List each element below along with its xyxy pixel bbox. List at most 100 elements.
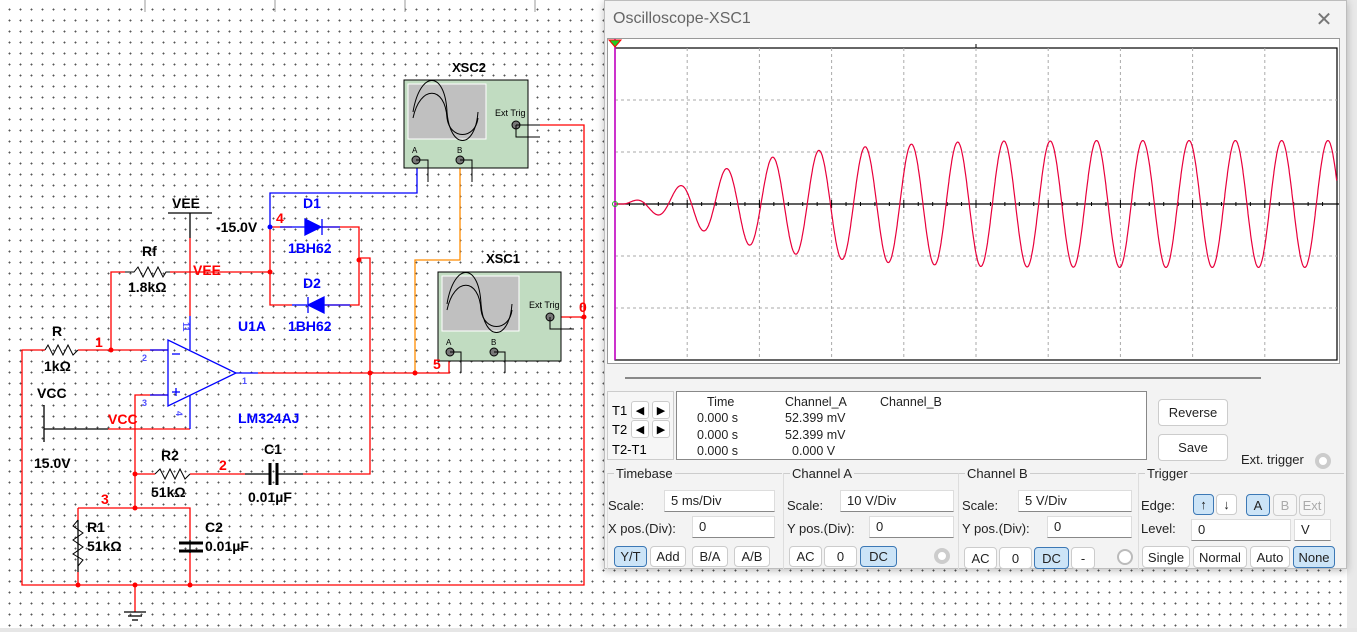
trigger-single-button[interactable]: Single [1142,546,1190,568]
ypos-label: Y pos.(Div): [787,521,855,536]
channel-a-zero-button[interactable]: 0 [824,546,857,567]
scrollbar-vertical[interactable] [1347,0,1357,632]
t2-channel-a: 52.399 mV [785,428,846,442]
t2-t1-label: T2-T1 [612,442,647,457]
u1a-name: U1A [238,318,266,334]
save-button[interactable]: Save [1158,434,1228,461]
capacitor-c2[interactable] [179,541,203,553]
cursor-marker-icon [607,39,623,48]
schematic: 2 3 1 11 4 Ext Trig A B XSC2 Ext Trig A … [21,0,587,621]
scrollbar-horizontal[interactable] [0,628,1357,632]
c2-value: 0.01µF [205,538,249,554]
header-channel-b: Channel_B [880,395,942,409]
channel-b-group: Channel B Scale: 5 V/Div Y pos.(Div): 0 … [958,466,1136,569]
oscilloscope-window: Oscilloscope-XSC1 ✕ T1 ◀ ▶ T2 ◀ ▶ T2-T1 Ti… [604,0,1347,569]
channel-a-ac-button[interactable]: AC [789,546,822,567]
t2-left-arrow-icon[interactable]: ◀ [631,420,649,438]
channel-b-ac-button[interactable]: AC [964,547,997,569]
scope-display[interactable] [607,38,1340,364]
trigger-source-ext-button[interactable]: Ext [1299,494,1325,516]
node-1-label: 1 [95,334,103,350]
timebase-scale-field[interactable]: 5 ms/Div [664,490,775,512]
mode-yt-button[interactable]: Y/T [614,546,647,567]
channel-b-terminal[interactable] [1117,549,1133,565]
diff-channel-a: 0.000 V [792,444,836,458]
node-5-label: 5 [433,356,441,372]
t1-time: 0.000 s [697,411,739,425]
close-icon[interactable]: ✕ [1312,7,1336,32]
channel-b-dc-button[interactable]: DC [1034,547,1069,569]
pin-label: 2 [142,353,147,363]
r1-name: R1 [87,519,105,535]
t1-left-arrow-icon[interactable]: ◀ [631,401,649,419]
xpos-field[interactable]: 0 [692,516,775,538]
trigger-auto-button[interactable]: Auto [1250,546,1290,568]
channel-a-ypos-field[interactable]: 0 [869,516,954,538]
r2-name: R2 [161,447,179,463]
oscilloscope-xsc2-symbol[interactable]: Ext Trig A B [403,79,540,182]
scale-label: Scale: [962,498,999,513]
trigger-level-unit[interactable]: V [1294,519,1331,541]
page-border [144,0,536,12]
channel-a-dc-button[interactable]: DC [860,546,897,567]
channel-b-scale-field[interactable]: 5 V/Div [1018,490,1132,512]
t1-right-arrow-icon[interactable]: ▶ [652,401,670,419]
trigger-none-button[interactable]: None [1293,546,1335,568]
diode-d1[interactable] [280,217,340,237]
r2-value: 51kΩ [151,484,186,500]
diode-d2[interactable] [292,295,350,315]
mode-ba-button[interactable]: B/A [692,546,728,567]
resistor-r2[interactable] [154,467,191,481]
t1-label: T1 [612,402,628,418]
reverse-button[interactable]: Reverse [1158,399,1228,426]
channel-a-label: A [412,146,418,155]
rising-edge-icon[interactable]: ↑ [1193,494,1214,515]
scale-label: Scale: [608,498,645,513]
channel-b-label: B [457,146,462,155]
capacitor-c1[interactable] [268,463,279,485]
trigger-level-field[interactable]: 0 [1191,519,1291,541]
trigger-source-b-button[interactable]: B [1273,494,1297,516]
title-bar[interactable]: Oscilloscope-XSC1 ✕ [605,1,1346,37]
cursor-controls: T1 ◀ ▶ T2 ◀ ▶ T2-T1 [607,391,674,460]
resistor-r[interactable] [44,343,79,357]
channel-b-zero-button[interactable]: 0 [999,547,1032,569]
falling-edge-icon[interactable]: ↓ [1216,494,1237,515]
pin-label: 11 [181,322,191,332]
ext-trigger-terminal[interactable] [1315,453,1331,469]
vee-net-label: VEE [193,262,221,278]
t1-channel-a: 52.399 mV [785,411,846,425]
r-value: 1kΩ [44,358,71,374]
vcc-value: 15.0V [34,455,71,471]
channel-a-group: Channel A Scale: 10 V/Div Y pos.(Div): 0… [783,466,958,569]
ext-trig-label: Ext Trig [495,108,526,118]
channel-b-ypos-field[interactable]: 0 [1047,516,1132,538]
vee-value: -15.0V [216,219,258,235]
channel-b-minus-button[interactable]: - [1071,547,1095,569]
level-label: Level: [1141,521,1176,536]
scale-label: Scale: [787,498,824,513]
mode-add-button[interactable]: Add [650,546,686,567]
trigger-group: Trigger Edge: ↑ ↓ A B Ext Level: 0 V Sin… [1138,466,1344,569]
display-scrollbar[interactable] [625,377,1261,379]
timebase-title: Timebase [614,466,675,481]
t2-time: 0.000 s [697,428,739,442]
pin-label: 4 [174,411,184,416]
node-3-label: 3 [101,491,109,507]
mode-ab-button[interactable]: A/B [734,546,770,567]
xsc2-label: XSC2 [452,60,486,75]
edge-label: Edge: [1141,498,1175,513]
resistor-rf[interactable] [125,265,170,279]
measurement-readout: Time Channel_A Channel_B 0.000 s 52.399 … [676,391,1147,460]
trigger-normal-button[interactable]: Normal [1193,546,1247,568]
diff-time: 0.000 s [697,444,739,458]
r1-value: 51kΩ [87,538,122,554]
channel-a-terminal[interactable] [934,548,950,564]
t2-right-arrow-icon[interactable]: ▶ [652,420,670,438]
oscilloscope-xsc1-symbol[interactable]: Ext Trig A B [437,271,574,373]
c1-name: C1 [264,441,282,457]
d2-value: 1BH62 [288,318,332,334]
trigger-source-a-button[interactable]: A [1246,494,1270,516]
ext-trig-label: Ext Trig [529,300,560,310]
channel-a-scale-field[interactable]: 10 V/Div [840,490,954,512]
